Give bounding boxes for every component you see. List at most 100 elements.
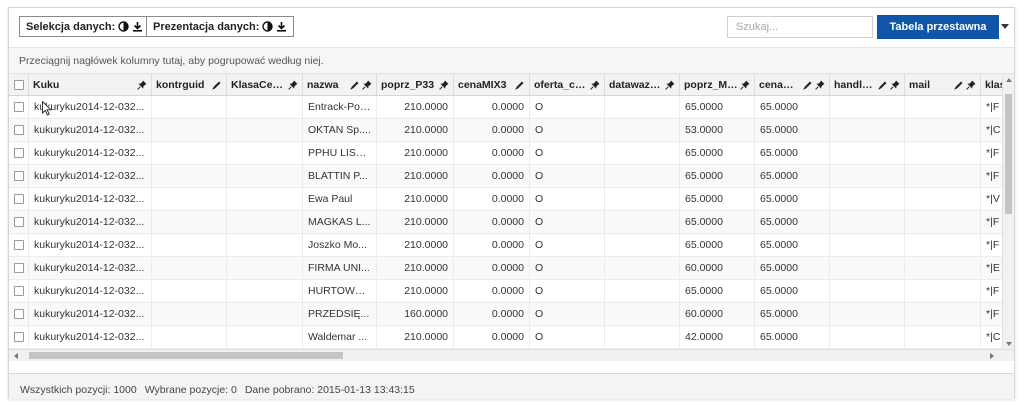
column-header[interactable]: poprz_MIX...: [680, 74, 755, 95]
table-row[interactable]: kukuryku2014-12-032... Ewa Paul 210.0000 0.…: [9, 188, 1002, 211]
table-cell[interactable]: [605, 165, 680, 187]
table-cell[interactable]: [605, 142, 680, 164]
table-cell[interactable]: [605, 326, 680, 348]
table-cell[interactable]: 210.0000: [377, 188, 454, 210]
table-cell[interactable]: 42.0000: [680, 326, 755, 348]
table-cell[interactable]: 65.0000: [755, 303, 830, 325]
pin-icon[interactable]: [590, 80, 600, 90]
scroll-left-icon[interactable]: [14, 353, 18, 359]
table-cell[interactable]: PRZEDSIĘ...: [303, 303, 377, 325]
pin-icon[interactable]: [439, 80, 449, 90]
table-cell[interactable]: *|C: [981, 326, 1002, 348]
table-cell[interactable]: Entrack-Pol...: [303, 96, 377, 118]
data-presentation-button[interactable]: Prezentacja danych:: [146, 16, 295, 37]
table-cell[interactable]: [152, 326, 227, 348]
table-cell[interactable]: [905, 257, 981, 279]
table-row[interactable]: kukuryku2014-12-032... Entrack-Pol... 210.…: [9, 96, 1002, 119]
table-cell[interactable]: 65.0000: [755, 96, 830, 118]
column-header[interactable]: nazwa: [303, 74, 377, 95]
table-cell[interactable]: [152, 142, 227, 164]
table-cell[interactable]: [605, 96, 680, 118]
table-cell[interactable]: *|E: [981, 257, 1002, 279]
pencil-icon[interactable]: [953, 80, 964, 91]
table-cell[interactable]: [905, 234, 981, 256]
table-row[interactable]: kukuryku2014-12-032... HURTOWN... 210.0000…: [9, 280, 1002, 303]
table-cell[interactable]: kukuryku2014-12-032...: [29, 234, 152, 256]
table-cell[interactable]: O: [530, 303, 605, 325]
pencil-icon[interactable]: [514, 80, 525, 91]
table-cell[interactable]: 0.0000: [454, 96, 530, 118]
row-checkbox-cell[interactable]: [9, 211, 29, 233]
table-cell[interactable]: [227, 96, 303, 118]
horizontal-scrollbar[interactable]: [9, 349, 1014, 361]
data-selection-button[interactable]: Selekcja danych:: [19, 16, 151, 37]
table-cell[interactable]: [152, 96, 227, 118]
table-cell[interactable]: [227, 234, 303, 256]
table-cell[interactable]: 210.0000: [377, 119, 454, 141]
select-all-checkbox[interactable]: [9, 74, 29, 95]
table-cell[interactable]: 53.0000: [680, 119, 755, 141]
row-checkbox-cell[interactable]: [9, 326, 29, 348]
row-checkbox[interactable]: [13, 148, 24, 158]
row-checkbox-cell[interactable]: [9, 142, 29, 164]
table-cell[interactable]: kukuryku2014-12-032...: [29, 280, 152, 302]
row-checkbox-cell[interactable]: [9, 234, 29, 256]
table-cell[interactable]: 60.0000: [680, 257, 755, 279]
table-cell[interactable]: MAGKAS L...: [303, 211, 377, 233]
table-row[interactable]: kukuryku2014-12-032... OKTAN Sp.... 210.00…: [9, 119, 1002, 142]
table-cell[interactable]: 65.0000: [755, 142, 830, 164]
table-cell[interactable]: [830, 257, 905, 279]
table-cell[interactable]: [830, 96, 905, 118]
table-cell[interactable]: 0.0000: [454, 142, 530, 164]
column-header[interactable]: mail: [905, 74, 981, 95]
table-cell[interactable]: 210.0000: [377, 211, 454, 233]
table-cell[interactable]: [152, 280, 227, 302]
row-checkbox[interactable]: [13, 125, 24, 135]
table-cell[interactable]: 65.0000: [755, 257, 830, 279]
table-cell[interactable]: [152, 165, 227, 187]
table-cell[interactable]: [152, 257, 227, 279]
table-cell[interactable]: 210.0000: [377, 234, 454, 256]
row-checkbox-cell[interactable]: [9, 119, 29, 141]
table-cell[interactable]: [905, 119, 981, 141]
table-cell[interactable]: 0.0000: [454, 119, 530, 141]
table-cell[interactable]: 0.0000: [454, 188, 530, 210]
table-cell[interactable]: [830, 188, 905, 210]
row-checkbox[interactable]: [13, 171, 24, 181]
table-cell[interactable]: *|F: [981, 165, 1002, 187]
row-checkbox[interactable]: [13, 263, 24, 273]
pencil-icon[interactable]: [877, 80, 888, 91]
vertical-scroll-thumb[interactable]: [1005, 94, 1012, 214]
table-cell[interactable]: 65.0000: [755, 119, 830, 141]
table-cell[interactable]: kukuryku2014-12-032...: [29, 188, 152, 210]
table-cell[interactable]: O: [530, 280, 605, 302]
table-cell[interactable]: 65.0000: [680, 165, 755, 187]
column-header[interactable]: oferta_cen...: [530, 74, 605, 95]
row-checkbox[interactable]: [13, 217, 24, 227]
table-row[interactable]: kukuryku2014-12-032... Waldemar ... 210.00…: [9, 326, 1002, 349]
table-cell[interactable]: kukuryku2014-12-032...: [29, 303, 152, 325]
table-cell[interactable]: [830, 234, 905, 256]
horizontal-scroll-thumb[interactable]: [29, 352, 343, 359]
pin-icon[interactable]: [740, 80, 750, 90]
table-cell[interactable]: 65.0000: [680, 96, 755, 118]
table-cell[interactable]: 0.0000: [454, 326, 530, 348]
table-cell[interactable]: 0.0000: [454, 234, 530, 256]
table-cell[interactable]: O: [530, 188, 605, 210]
table-cell[interactable]: [905, 280, 981, 302]
pencil-icon[interactable]: [802, 80, 813, 91]
table-cell[interactable]: O: [530, 96, 605, 118]
table-cell[interactable]: [605, 280, 680, 302]
table-cell[interactable]: [227, 142, 303, 164]
column-header[interactable]: KlasaCeno...: [227, 74, 303, 95]
column-header[interactable]: datawazno...: [605, 74, 680, 95]
table-cell[interactable]: Joszko Mo...: [303, 234, 377, 256]
table-cell[interactable]: PPHU LISS...: [303, 142, 377, 164]
row-checkbox-cell[interactable]: [9, 165, 29, 187]
table-cell[interactable]: [227, 280, 303, 302]
table-cell[interactable]: [830, 211, 905, 233]
vertical-scrollbar[interactable]: [1002, 74, 1014, 350]
table-cell[interactable]: Ewa Paul: [303, 188, 377, 210]
table-cell[interactable]: 65.0000: [755, 165, 830, 187]
table-cell[interactable]: 210.0000: [377, 165, 454, 187]
